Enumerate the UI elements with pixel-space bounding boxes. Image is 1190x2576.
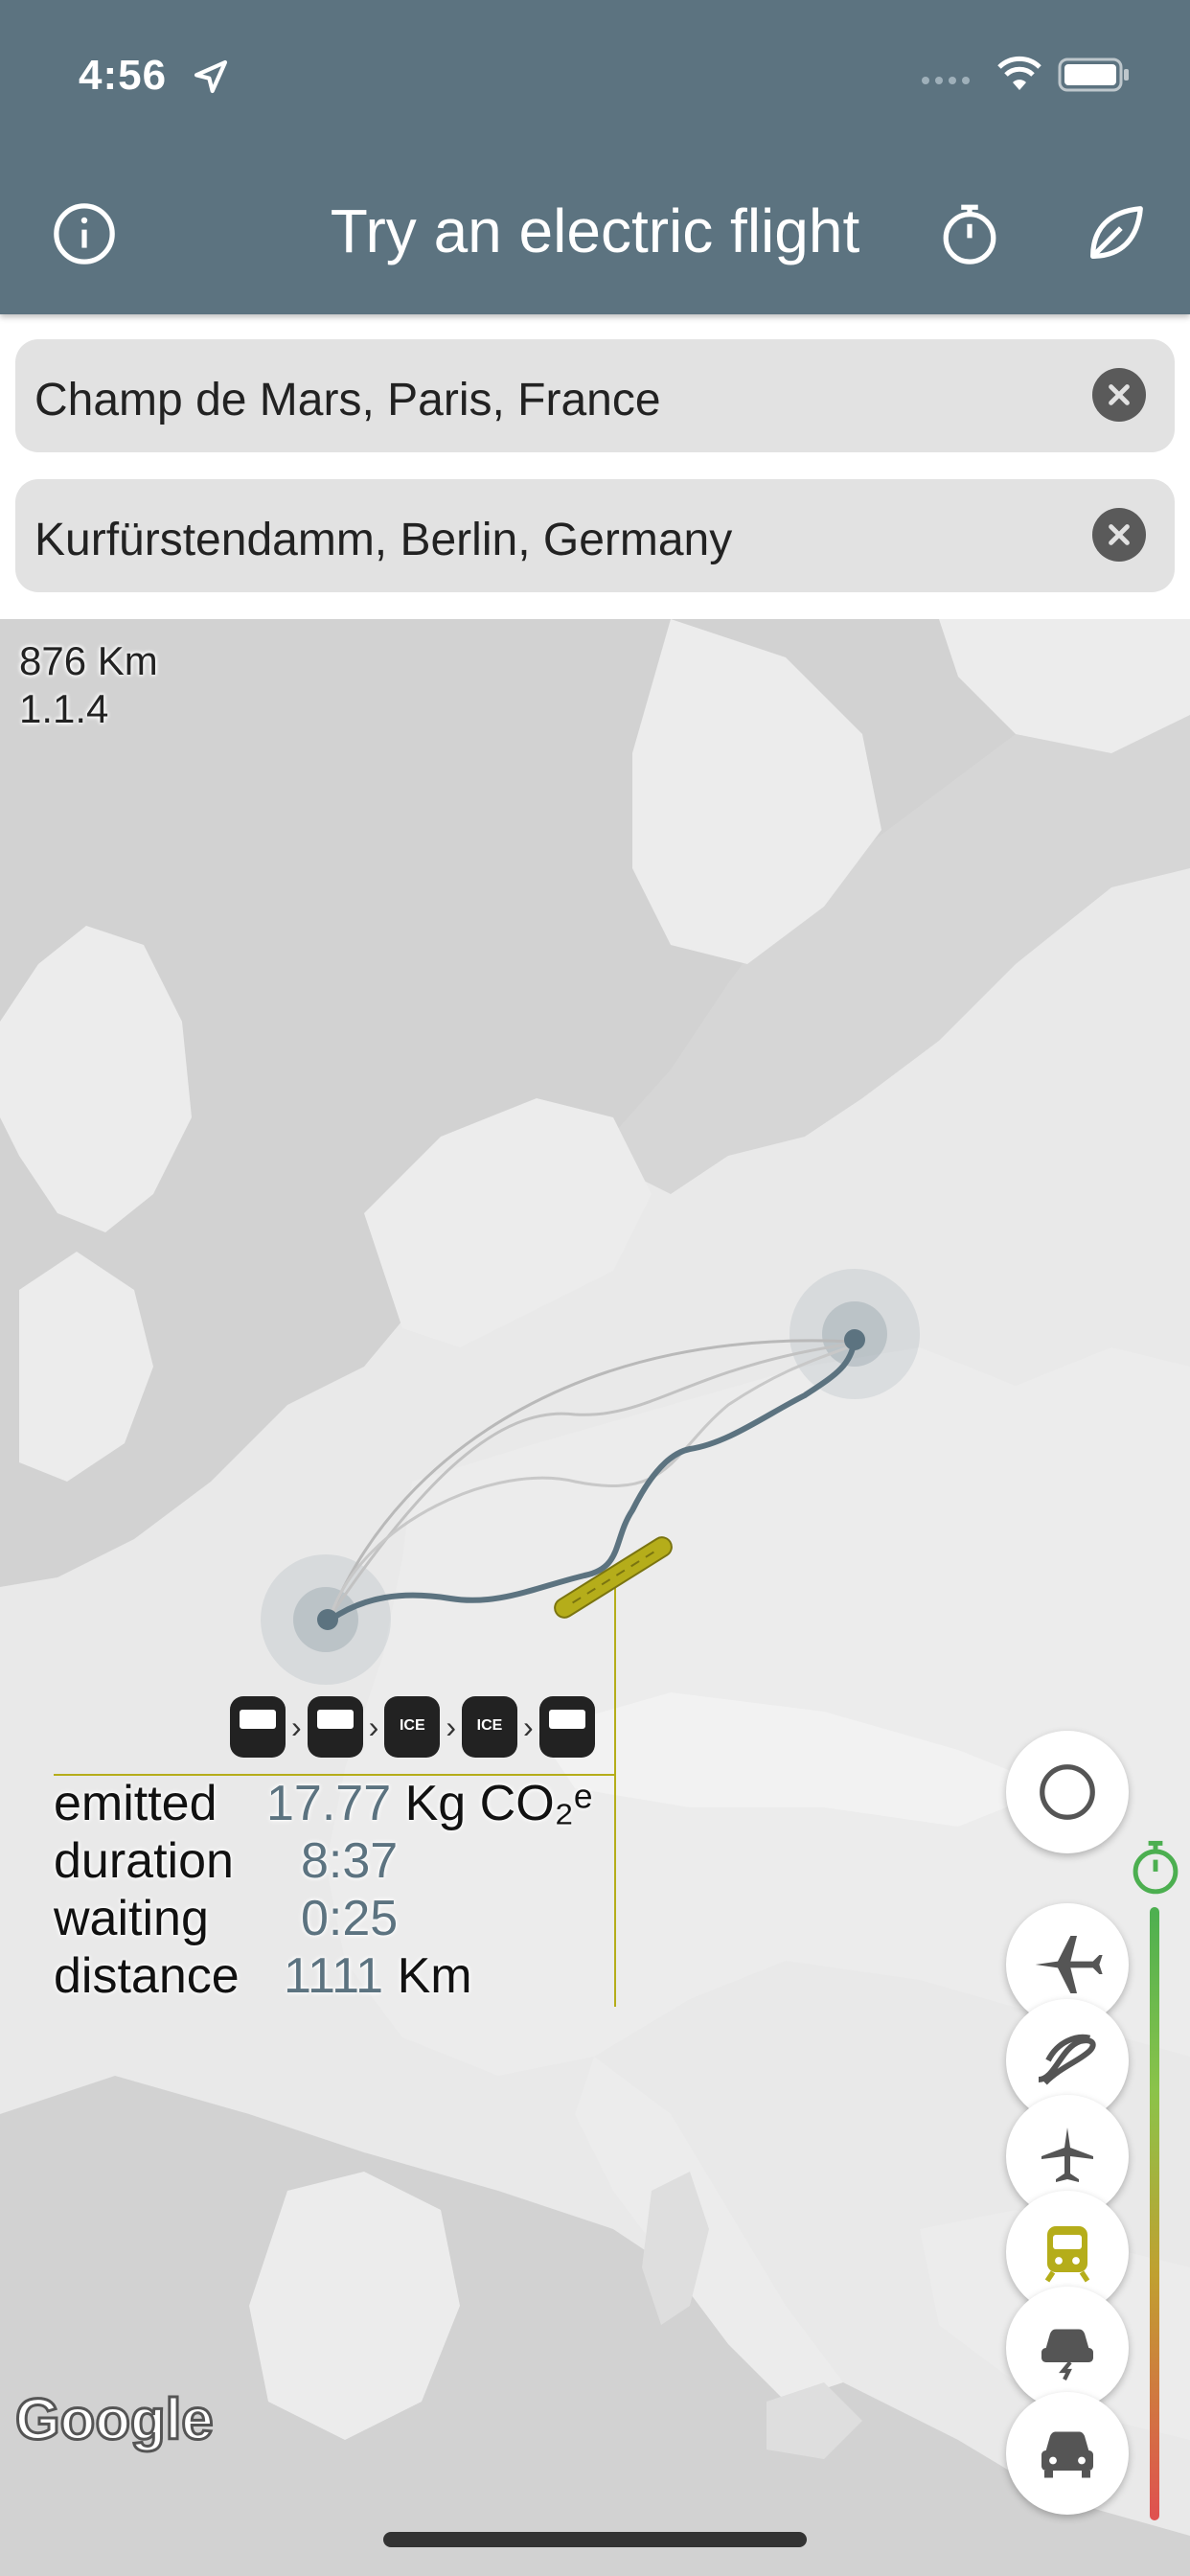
version-label: 1.1.4 bbox=[19, 686, 109, 731]
duration-label: duration bbox=[54, 1833, 234, 1889]
emitted-value-row: 17.77 Kg CO₂ᵉ bbox=[266, 1775, 592, 1832]
waiting-value: 0:25 bbox=[301, 1891, 399, 1946]
page-title: Try an electric flight bbox=[330, 196, 860, 265]
waiting-label: waiting bbox=[54, 1891, 209, 1946]
app-header: 4:56 Try an electric flight bbox=[0, 0, 1190, 314]
close-icon bbox=[1109, 384, 1130, 405]
distance-unit: Km bbox=[397, 1948, 472, 2004]
close-icon bbox=[1109, 524, 1130, 545]
mode-circle-button[interactable] bbox=[1006, 1731, 1129, 1853]
origin-field[interactable]: Champ de Mars, Paris, France bbox=[15, 339, 1175, 452]
stopwatch-icon bbox=[943, 204, 996, 264]
time-slider[interactable] bbox=[1150, 1907, 1159, 2520]
map-view[interactable]: 876 Km 1.1.4 bbox=[0, 619, 1190, 2576]
leaf-icon bbox=[1090, 206, 1143, 259]
electric-plane-icon bbox=[1038, 2034, 1096, 2085]
mode-electric-car-button[interactable] bbox=[1006, 2287, 1129, 2409]
distance-value: 1111 bbox=[284, 1948, 384, 2004]
location-arrow-icon bbox=[194, 59, 228, 94]
distance-value-row: 1111 Km bbox=[284, 1947, 472, 2005]
battery-icon bbox=[1058, 58, 1129, 92]
emitted-value: 17.77 bbox=[266, 1776, 392, 1831]
route-inputs: Champ de Mars, Paris, France Kurfürstend… bbox=[0, 314, 1190, 619]
route-overlay bbox=[54, 1269, 920, 2007]
clear-origin-button[interactable] bbox=[1092, 368, 1146, 422]
status-bar: 4:56 bbox=[0, 46, 1190, 105]
signal-icon bbox=[922, 77, 970, 84]
train-icon bbox=[230, 1696, 286, 1758]
leaf-button[interactable] bbox=[1077, 196, 1154, 272]
wifi-icon bbox=[997, 56, 1041, 90]
clear-destination-button[interactable] bbox=[1092, 508, 1146, 562]
circle-icon bbox=[1040, 1764, 1095, 1820]
electric-car-icon bbox=[1041, 2329, 1093, 2380]
duration-value: 8:37 bbox=[301, 1833, 399, 1889]
train-icon bbox=[1044, 2226, 1090, 2283]
train-icon bbox=[538, 1696, 595, 1758]
distance-label: 876 Km bbox=[19, 638, 158, 683]
train-icon bbox=[307, 1696, 363, 1758]
ice-train-icon: ICE bbox=[384, 1696, 441, 1758]
stopwatch-button[interactable] bbox=[931, 196, 1008, 272]
origin-input-value[interactable]: Champ de Mars, Paris, France bbox=[34, 374, 661, 426]
status-time: 4:56 bbox=[79, 52, 168, 99]
slider-stopwatch-icon bbox=[1133, 1840, 1179, 1895]
ice-train-icon: ICE bbox=[461, 1696, 517, 1758]
leg-arrow: › bbox=[522, 1709, 534, 1744]
plane-icon bbox=[1035, 1936, 1103, 1993]
leg-arrow: › bbox=[368, 1709, 379, 1744]
nav-bar: Try an electric flight bbox=[0, 178, 1190, 284]
distance-row-label: distance bbox=[54, 1948, 240, 2004]
home-indicator[interactable] bbox=[383, 2532, 807, 2547]
google-logo: Google bbox=[14, 2386, 216, 2453]
emitted-unit: Kg CO₂ᵉ bbox=[404, 1776, 593, 1831]
destination-input-value[interactable]: Kurfürstendamm, Berlin, Germany bbox=[34, 514, 732, 566]
mode-car-button[interactable] bbox=[1006, 2392, 1129, 2515]
emitted-label: emitted bbox=[54, 1776, 217, 1831]
legs-strip: › › ICE › ICE › bbox=[230, 1696, 595, 1758]
small-plane-icon bbox=[1041, 2128, 1093, 2182]
destination-field[interactable]: Kurfürstendamm, Berlin, Germany bbox=[15, 479, 1175, 592]
car-icon bbox=[1041, 2431, 1093, 2478]
leg-arrow: › bbox=[291, 1709, 302, 1744]
leg-arrow: › bbox=[446, 1709, 456, 1744]
